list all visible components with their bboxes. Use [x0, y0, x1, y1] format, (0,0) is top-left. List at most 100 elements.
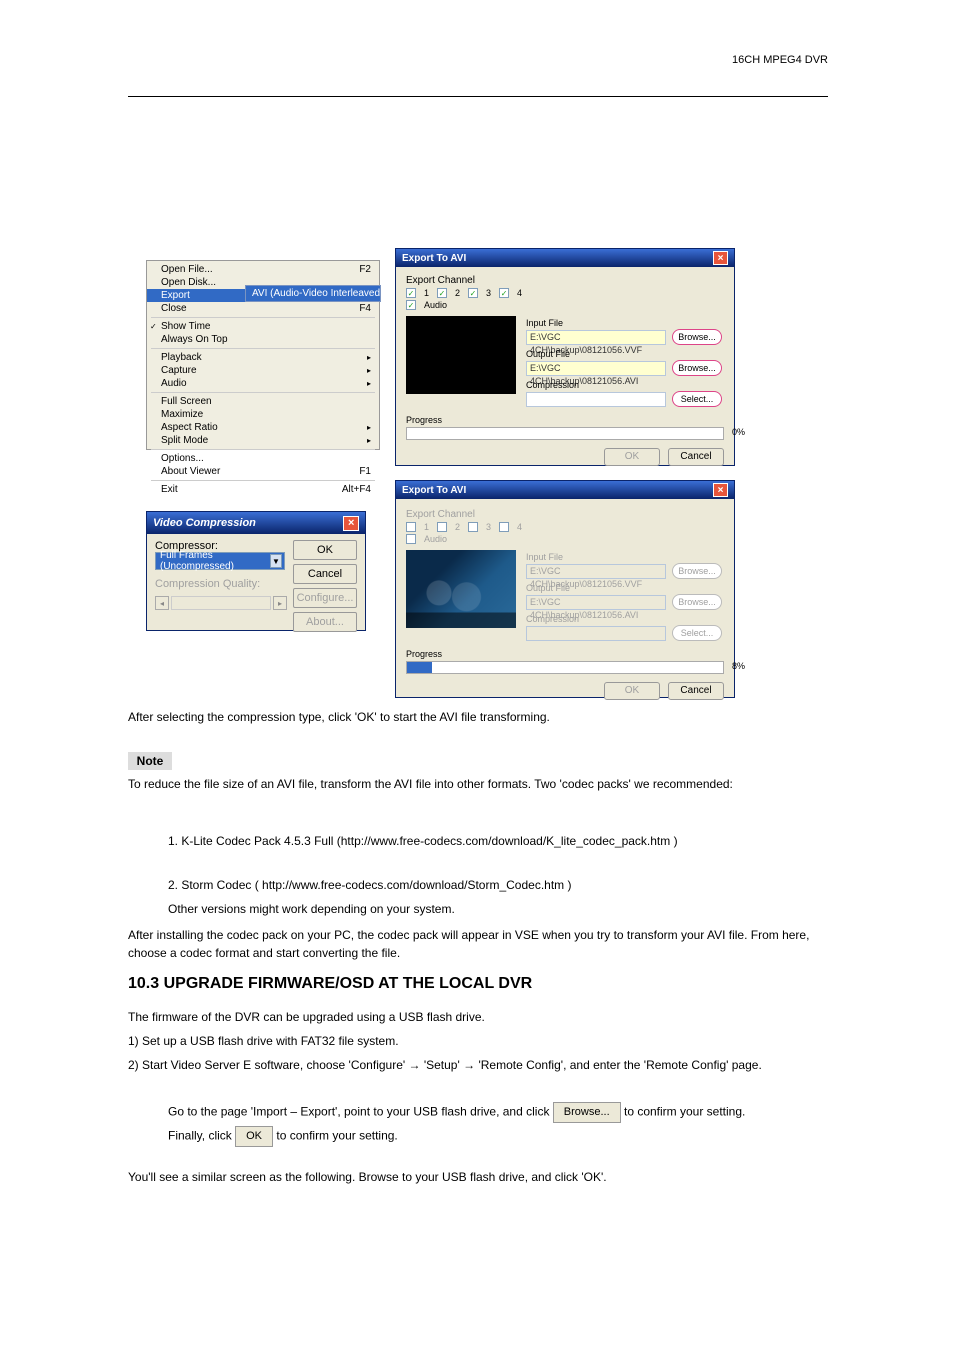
ch4: 4	[517, 522, 522, 532]
quality-label: Compression Quality:	[155, 578, 287, 590]
export-submenu: AVI (Audio-Video Interleaved Files)	[245, 285, 381, 302]
menu-aspect-ratio[interactable]: Aspect Ratio ▸	[147, 421, 379, 434]
channel-1-checkbox[interactable]: ✓	[406, 288, 416, 298]
menu-label: Aspect Ratio	[161, 422, 218, 433]
channel-3-checkbox[interactable]: ✓	[468, 288, 478, 298]
progress-percent: 0%	[732, 427, 745, 437]
menu-split-mode[interactable]: Split Mode ▸	[147, 434, 379, 447]
select-button: Select...	[672, 625, 722, 641]
select-button[interactable]: Select...	[672, 391, 722, 407]
output-file-field[interactable]: E:\VGC 4CH\backup\08121056.AVI	[526, 361, 666, 376]
menu-label: Maximize	[161, 409, 203, 420]
compression-field	[526, 626, 666, 641]
quality-slider: ◂ ▸	[155, 596, 287, 610]
link-klite[interactable]: http://www.free-codecs.com/download/K_li…	[341, 834, 671, 848]
note-badge: Note	[128, 752, 172, 770]
cancel-button[interactable]: Cancel	[293, 564, 357, 584]
progress-label: Progress	[406, 415, 724, 425]
section-heading: 10.3 UPGRADE FIRMWARE/OSD AT THE LOCAL D…	[128, 972, 532, 996]
progress-label: Progress	[406, 649, 724, 659]
close-icon[interactable]: ×	[713, 483, 728, 497]
input-file-label: Input File	[526, 318, 724, 328]
submenu-arrow-icon: ▸	[367, 436, 371, 445]
compression-field[interactable]	[526, 392, 666, 407]
context-menu: Open File... F2 Open Disk... Export ▸ Cl…	[146, 260, 380, 450]
menu-show-time[interactable]: ✓ Show Time	[147, 320, 379, 333]
preview-pane	[406, 316, 516, 394]
export-avi-item[interactable]: AVI (Audio-Video Interleaved Files)	[246, 286, 380, 301]
menu-accel: Alt+F4	[342, 484, 371, 495]
chevron-down-icon[interactable]: ▼	[270, 554, 282, 568]
progress-fill	[407, 662, 432, 673]
menu-audio[interactable]: Audio ▸	[147, 377, 379, 390]
input-file-label: Input File	[526, 552, 724, 562]
browse-input-button: Browse...	[672, 563, 722, 579]
body-text: 1. K-Lite Codec Pack 4.5.3 Full (http://…	[168, 832, 828, 850]
ok-button: OK	[604, 448, 660, 466]
compressor-combo[interactable]: Full Frames (Uncompressed) ▼	[155, 552, 285, 570]
channel-2-checkbox[interactable]: ✓	[437, 288, 447, 298]
menu-capture[interactable]: Capture ▸	[147, 364, 379, 377]
menu-playback[interactable]: Playback ▸	[147, 351, 379, 364]
close-icon[interactable]: ×	[343, 516, 359, 531]
browse-button[interactable]: Browse...	[553, 1102, 621, 1123]
output-file-field: E:\VGC 4CH\backup\08121056.AVI	[526, 595, 666, 610]
menu-label: Full Screen	[161, 396, 212, 407]
cancel-button[interactable]: Cancel	[668, 682, 724, 700]
body-text: You'll see a similar screen as the follo…	[128, 1168, 828, 1186]
menu-maximize[interactable]: Maximize	[147, 408, 379, 421]
menu-about-viewer[interactable]: About Viewer F1	[147, 465, 379, 478]
browse-output-button[interactable]: Browse...	[672, 360, 722, 376]
export-channel-label: Export Channel	[406, 509, 724, 520]
export-channel-label: Export Channel	[406, 275, 724, 286]
dialog-title: Video Compression	[153, 517, 256, 529]
submenu-arrow-icon: ▸	[367, 423, 371, 432]
ok-button: OK	[604, 682, 660, 700]
ch1: 1	[424, 522, 429, 532]
ok-button[interactable]: OK	[293, 540, 357, 560]
ch1: 1	[424, 288, 429, 298]
channel-3-checkbox: ✓	[468, 522, 478, 532]
audio-checkbox[interactable]: ✓	[406, 300, 416, 310]
body-text: After selecting the compression type, cl…	[128, 708, 828, 726]
body-text: To reduce the file size of an AVI file, …	[128, 775, 828, 793]
menu-open-file[interactable]: Open File... F2	[147, 263, 379, 276]
menu-exit[interactable]: Exit Alt+F4	[147, 483, 379, 496]
channel-4-checkbox[interactable]: ✓	[499, 288, 509, 298]
submenu-arrow-icon: ▸	[367, 379, 371, 388]
submenu-arrow-icon: ▸	[367, 366, 371, 375]
browse-output-button: Browse...	[672, 594, 722, 610]
menu-label: About Viewer	[161, 466, 220, 477]
slider-track	[171, 596, 271, 610]
menu-label: Close	[161, 303, 187, 314]
menu-full-screen[interactable]: Full Screen	[147, 395, 379, 408]
dialog-title: Export To AVI	[402, 253, 466, 264]
close-icon[interactable]: ×	[713, 251, 728, 265]
dialog-title: Export To AVI	[402, 485, 466, 496]
menu-label: Export	[161, 290, 190, 301]
body-text: Go to the page 'Import – Export', point …	[168, 1102, 828, 1123]
dialog-title-bar: Video Compression ×	[147, 512, 365, 534]
menu-options[interactable]: Options...	[147, 452, 379, 465]
menu-label: Capture	[161, 365, 197, 376]
check-icon: ✓	[150, 322, 157, 331]
browse-input-button[interactable]: Browse...	[672, 329, 722, 345]
channel-2-checkbox: ✓	[437, 522, 447, 532]
audio-label: Audio	[424, 300, 447, 310]
ok-button[interactable]: OK	[235, 1126, 273, 1147]
page-header: 16CH MPEG4 DVR	[128, 54, 828, 66]
menu-close[interactable]: Close F4	[147, 302, 379, 315]
menu-label: Split Mode	[161, 435, 208, 446]
ch3: 3	[486, 522, 491, 532]
body-text: Finally, click OK to confirm your settin…	[168, 1126, 828, 1147]
input-file-field[interactable]: E:\VGC 4CH\backup\08121056.VVF	[526, 330, 666, 345]
channel-1-checkbox: ✓	[406, 522, 416, 532]
submenu-arrow-icon: ▸	[367, 353, 371, 362]
menu-label: Audio	[161, 378, 187, 389]
menu-always-on-top[interactable]: Always On Top	[147, 333, 379, 346]
export-avi-dialog-1: Export To AVI × Export Channel ✓1 ✓2 ✓3 …	[395, 248, 735, 466]
body-text: 1) Set up a USB flash drive with FAT32 f…	[128, 1032, 828, 1050]
slider-left-icon: ◂	[155, 596, 169, 610]
menu-label: Options...	[161, 453, 204, 464]
cancel-button[interactable]: Cancel	[668, 448, 724, 466]
